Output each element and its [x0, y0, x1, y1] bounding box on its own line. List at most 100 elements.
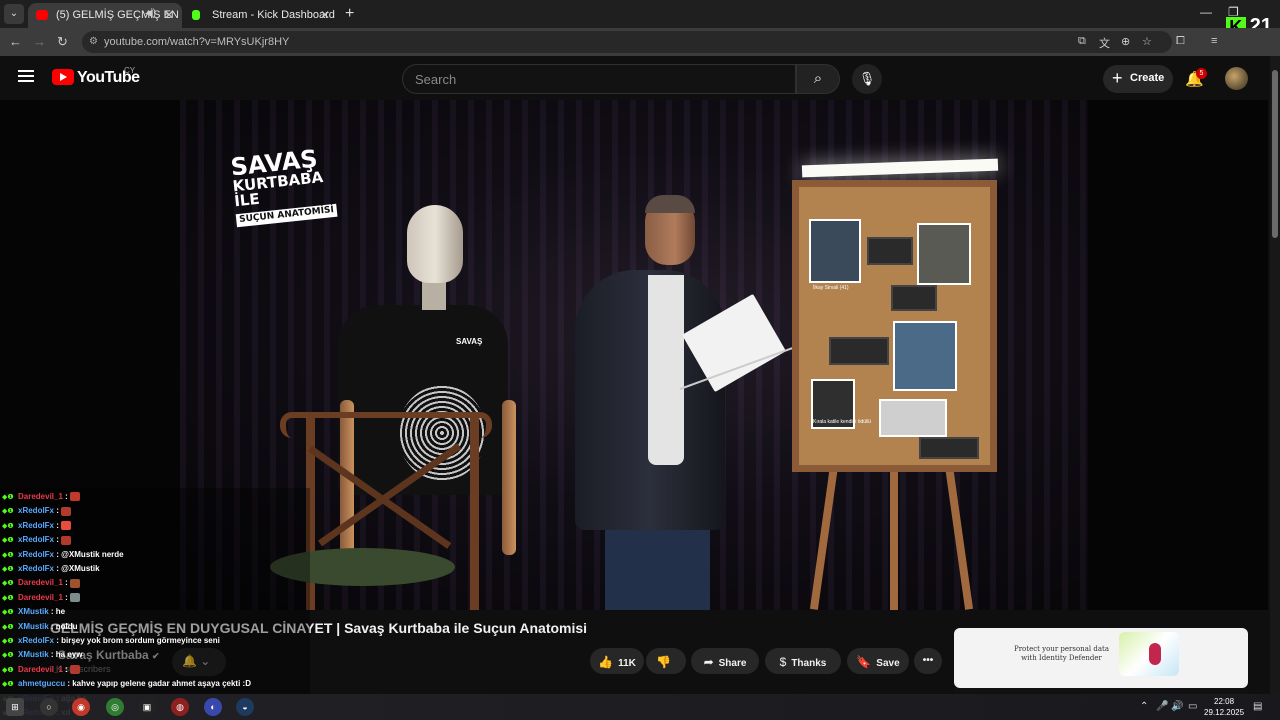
chat-text: ha eyw — [55, 650, 83, 660]
search-icon[interactable]: ○ — [40, 698, 58, 716]
easel-leg — [890, 460, 898, 610]
scrollbar-thumb[interactable] — [1272, 70, 1278, 238]
victim-photo-2 — [917, 223, 971, 285]
close-tab-icon[interactable]: ✕ — [320, 8, 330, 22]
create-button[interactable]: + Create — [1103, 65, 1173, 93]
share-label: Share — [718, 658, 747, 669]
chat-message: ◆❶ xRedolFx : — [2, 521, 72, 531]
mannequin-head — [407, 205, 463, 283]
back-icon[interactable]: ← — [9, 34, 22, 49]
chat-badge-icon: ◆❶ — [2, 580, 14, 588]
board-caption-2: Kırala katile kendini ödüllü — [813, 419, 872, 425]
like-button[interactable]: 👍 11K — [590, 648, 644, 674]
chat-message: ◆❶ Daredevil_1 : — [2, 664, 81, 675]
tray-mic-icon[interactable]: 🎤 — [1156, 701, 1168, 712]
new-tab-icon[interactable]: + — [345, 5, 354, 23]
youtube-logo-icon[interactable] — [52, 69, 74, 85]
minimize-icon[interactable]: — — [1200, 5, 1212, 19]
chrome-icon[interactable]: ◎ — [106, 698, 124, 716]
chat-badge-icon: ◆❶ — [2, 537, 14, 545]
tray-expand-icon[interactable]: ⌃ — [1140, 701, 1148, 712]
chat-message: ◆❶ xRedolFx : — [2, 506, 72, 516]
chat-badge-icon: ◆❶ — [2, 652, 14, 660]
tab-search-chevron-icon[interactable]: ⌄ — [4, 4, 24, 24]
host-hair — [645, 195, 695, 213]
tray-volume-icon[interactable]: 🔊 — [1171, 701, 1183, 712]
region-code: CY — [124, 66, 136, 75]
translate-icon[interactable]: 文 — [1099, 35, 1110, 51]
bookmark-star-icon[interactable]: ☆ — [1142, 35, 1152, 48]
zoom-icon[interactable]: ⊕ — [1121, 35, 1130, 48]
notification-center-icon[interactable]: ▤ — [1253, 701, 1262, 712]
chat-message: ◆❶ XMustik : he — [2, 607, 66, 617]
thumbs-up-icon: 👍 — [598, 655, 614, 669]
start-icon[interactable]: ⊞ — [6, 698, 24, 716]
chat-message: ◆❶ XMustik : noldu — [2, 621, 78, 631]
evidence-photo — [893, 321, 957, 391]
ad-text: Protect your personal data with Identity… — [1014, 645, 1109, 663]
more-actions-button[interactable]: ••• — [914, 648, 942, 674]
extensions-icon[interactable]: ⧠ — [1176, 35, 1185, 48]
browser-tab-bar: ⌄ (5) GELMİŞ GEÇMİŞ EN DUY ◀) ✕ Stream -… — [0, 0, 1280, 37]
chat-message: ◆❶ xRedolFx : — [2, 535, 72, 545]
chat-username: Daredevil_1 — [18, 664, 63, 674]
discord-icon[interactable]: ◐ — [204, 698, 222, 716]
voice-search-button[interactable]: 🎙 — [852, 64, 882, 94]
forward-icon[interactable]: → — [33, 34, 46, 49]
obs-icon[interactable]: ◍ — [171, 698, 189, 716]
bookmark-icon: 🔖 — [856, 655, 872, 669]
app-icon-red[interactable]: ◉ — [72, 698, 90, 716]
chat-username: Daredevil_1 — [18, 578, 63, 588]
tab-kick-dashboard[interactable]: Stream - Kick Dashboard ✕ — [184, 3, 338, 28]
microphone-icon: 🎙 — [858, 71, 876, 86]
close-tab-icon[interactable]: ✕ — [164, 8, 174, 22]
note-card — [919, 437, 979, 459]
thanks-button[interactable]: $ Thanks — [765, 648, 841, 674]
taskbar-clock[interactable]: 22:08 29.12.2025 — [1204, 696, 1244, 718]
chat-badge-icon: ◆❶ — [2, 508, 14, 516]
site-info-icon[interactable]: ⚙ — [89, 36, 98, 47]
chair-leg — [470, 415, 479, 610]
chat-username: xRedolFx — [18, 564, 55, 573]
tab-youtube[interactable]: (5) GELMİŞ GEÇMİŞ EN DUY ◀) ✕ — [28, 3, 182, 28]
reload-icon[interactable]: ↻ — [57, 34, 68, 50]
chat-username: ahmetguccu — [18, 679, 66, 689]
chat-text: @XMustik nerde — [61, 549, 124, 559]
chat-badge-icon: ◆❶ — [2, 494, 14, 501]
chat-message: ◆❶ XMustik : ha eyw — [2, 650, 83, 660]
save-button[interactable]: 🔖 Save — [847, 648, 909, 674]
chat-badge-icon: ◆❶ — [2, 609, 14, 617]
chat-message: ◆❶ xRedolFx : @XMustik nerde — [2, 549, 124, 559]
search-button[interactable]: ⌕ — [796, 64, 840, 94]
install-app-icon[interactable]: ⧉ — [1078, 35, 1086, 48]
video-frame: SAVAŞ KURTBABA İLE SUÇUN ANATOMİSİ SAVAŞ — [180, 100, 1088, 610]
audio-playing-icon[interactable]: ◀) — [145, 8, 156, 19]
account-avatar[interactable] — [1225, 67, 1248, 90]
menu-icon[interactable] — [18, 70, 34, 82]
thanks-label: Thanks — [791, 658, 827, 669]
chat-badge-icon: ◆❶ — [2, 594, 14, 602]
clock-time: 22:08 — [1214, 697, 1235, 706]
shirt-logo: SAVAŞ — [456, 337, 483, 346]
dislike-button[interactable]: 👎 — [646, 648, 686, 674]
chat-badge-icon: ◆❶ — [2, 681, 14, 689]
share-button[interactable]: ➦ Share — [691, 648, 759, 674]
chat-emote-icon — [61, 506, 72, 516]
cork-evidence-board: İlkay Sirvali (41) Kırala katile kendini… — [792, 180, 997, 472]
url-field[interactable]: ⚙ youtube.com/watch?v=MRYsUKjr8HY — [82, 31, 1172, 53]
mannequin-arm-right — [502, 400, 516, 555]
app-icon-dark[interactable]: ▣ — [138, 698, 156, 716]
chat-badge-icon: ◆❶ — [2, 666, 14, 674]
clock-date: 29.12.2025 — [1204, 708, 1245, 717]
note-card — [829, 337, 889, 365]
reading-list-icon[interactable]: ≡ — [1211, 35, 1217, 47]
note-card — [891, 285, 937, 311]
tray-network-icon[interactable]: ▭ — [1188, 701, 1197, 712]
steam-icon[interactable]: ◒ — [236, 698, 254, 716]
save-label: Save — [876, 658, 900, 669]
tab-title: Stream - Kick Dashboard — [212, 9, 335, 21]
ad-banner[interactable]: Protect your personal data with Identity… — [954, 628, 1248, 688]
search-input[interactable]: Search — [402, 64, 796, 94]
address-bar-row: ← → ↻ ⚙ youtube.com/watch?v=MRYsUKjr8HY … — [0, 28, 1280, 56]
chat-emote-icon — [61, 535, 72, 545]
